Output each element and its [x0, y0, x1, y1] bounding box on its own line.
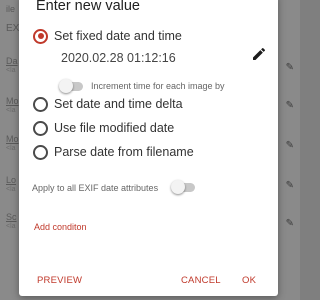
option-label: Parse date from filename	[54, 145, 194, 159]
option-label: Set fixed date and time	[54, 29, 182, 43]
option-date-delta[interactable]: Set date and time delta	[33, 96, 183, 112]
increment-label: Increment time for each image by	[91, 81, 225, 91]
dialog-title: Enter new value	[36, 0, 140, 14]
background-section-label: EX	[6, 23, 20, 34]
datetime-value[interactable]: 2020.02.28 01:12:16	[61, 51, 176, 65]
edit-pencil-icon[interactable]	[251, 46, 267, 62]
radio-checked-icon[interactable]	[33, 28, 48, 44]
background-edit-icon: ✎	[285, 180, 294, 191]
ok-button[interactable]: OK	[242, 275, 256, 286]
option-label: Use file modified date	[54, 121, 175, 135]
enter-value-dialog: Enter new value Set fixed date and time …	[19, 0, 278, 296]
background-edit-icon: ✎	[285, 62, 294, 73]
apply-all-toggle[interactable]	[171, 180, 195, 194]
background-list-item: Da <la	[6, 56, 18, 74]
option-file-modified[interactable]: Use file modified date	[33, 120, 174, 136]
background-label: ile	[6, 4, 16, 14]
toggle-knob	[59, 79, 73, 93]
preview-button[interactable]: PREVIEW	[37, 275, 82, 286]
background-edit-icon: ✎	[285, 100, 294, 111]
radio-unchecked-icon[interactable]	[33, 120, 48, 136]
apply-all-label: Apply to all EXIF date attributes	[32, 183, 159, 193]
option-label: Set date and time delta	[54, 97, 183, 111]
background-edit-icon: ✎	[285, 140, 294, 151]
add-condition-link[interactable]: Add conditon	[34, 222, 87, 232]
increment-toggle[interactable]	[59, 79, 83, 93]
option-fixed-date[interactable]: Set fixed date and time	[33, 28, 182, 44]
background-list-item: Mo <la	[6, 96, 19, 114]
toggle-knob	[171, 180, 185, 194]
background-list-item: Lo <la	[6, 175, 17, 193]
radio-unchecked-icon[interactable]	[33, 96, 48, 112]
background-list-item: Mo <la	[6, 134, 19, 152]
background-list-item: Sc <la	[6, 212, 17, 230]
radio-unchecked-icon[interactable]	[33, 144, 48, 160]
cancel-button[interactable]: CANCEL	[181, 275, 221, 286]
option-parse-filename[interactable]: Parse date from filename	[33, 144, 194, 160]
background-edit-icon: ✎	[285, 218, 294, 229]
